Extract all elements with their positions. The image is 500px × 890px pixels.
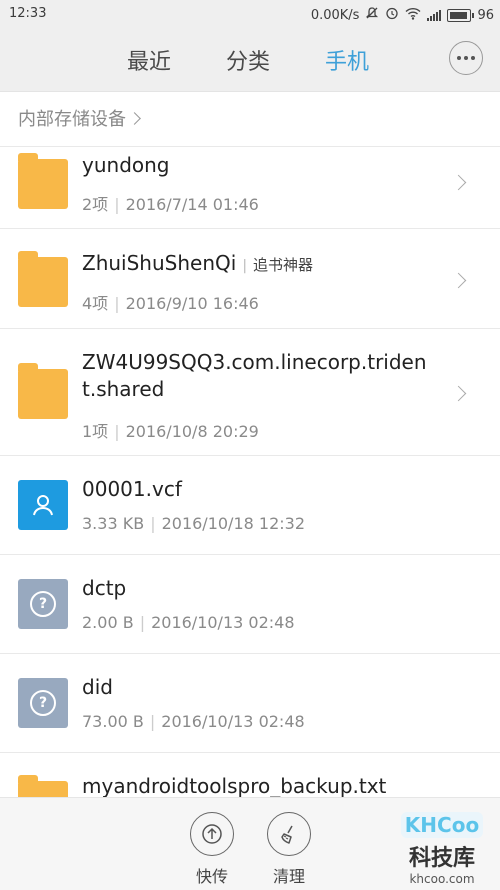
breadcrumb-label: 内部存储设备 — [18, 109, 126, 130]
file-date: 2016/10/18 12:32 — [161, 514, 305, 533]
net-speed: 0.00K/s — [310, 7, 360, 23]
unknown-file-icon: ? — [18, 579, 68, 629]
file-name: ZhuiShuShenQi 追书神器 — [82, 250, 313, 280]
file-count: 2项 — [82, 195, 109, 214]
folder-icon — [18, 775, 68, 798]
file-size: 3.33 KB — [82, 514, 145, 533]
file-name: myandroidtoolspro_backup.txt — [82, 774, 387, 798]
file-date: 2016/10/8 20:29 — [125, 422, 259, 441]
upload-icon — [190, 812, 234, 856]
question-icon: ? — [30, 591, 56, 617]
list-item-zhuishushenqi[interactable]: ZhuiShuShenQi 追书神器 4项|2016/9/10 16:46 — [0, 228, 500, 329]
file-name: ZW4U99SQQ3.com.linecorp.triden t.shared — [82, 349, 427, 403]
list-item-did[interactable]: ? did 73.00 B | 2016/10/13 02:48 — [0, 653, 500, 753]
file-name: yundong — [82, 153, 170, 177]
file-date: 2016/7/14 01:46 — [125, 195, 259, 214]
wifi-icon — [405, 7, 421, 24]
chevron-right-icon — [450, 174, 467, 191]
file-meta: 4项 | 2016/9/10 16:46 — [82, 294, 259, 313]
tab-recent[interactable]: 最近 — [127, 44, 171, 76]
clean-label: 清理 — [272, 867, 305, 886]
status-time: 12:33 — [9, 6, 47, 21]
file-date: 2016/10/13 02:48 — [151, 613, 295, 632]
question-icon: ? — [30, 690, 56, 716]
list-item-myandroidtoolspro[interactable]: myandroidtoolspro_backup.txt — [0, 752, 500, 798]
alarm-icon — [385, 6, 399, 24]
file-meta: 2.00 B | 2016/10/13 02:48 — [82, 613, 295, 632]
contact-file-icon — [18, 480, 68, 530]
folder-icon — [18, 363, 68, 419]
file-size: 73.00 B — [82, 712, 144, 731]
file-meta: 73.00 B | 2016/10/13 02:48 — [82, 712, 305, 731]
file-meta: 3.33 KB | 2016/10/18 12:32 — [82, 514, 305, 533]
mute-icon — [365, 6, 379, 24]
file-name-line2: t.shared — [82, 377, 165, 401]
file-name-text: ZhuiShuShenQi — [82, 251, 237, 275]
chevron-right-icon — [450, 272, 467, 289]
status-bar: 12:33 0.00K/s 96 — [0, 0, 500, 28]
file-meta: 2项 | 2016/7/14 01:46 — [82, 195, 259, 214]
file-name: did — [82, 675, 113, 699]
unknown-file-icon: ? — [18, 678, 68, 728]
more-options-button[interactable] — [449, 41, 483, 75]
watermark-cn: 科技库 — [408, 846, 475, 871]
quick-send-label: 快传 — [195, 867, 228, 886]
breadcrumb[interactable]: 内部存储设备 — [18, 105, 141, 131]
folder-icon — [18, 251, 68, 307]
watermark-url: khcoo.com — [409, 872, 475, 886]
file-name-line1: ZW4U99SQQ3.com.linecorp.triden — [82, 350, 427, 374]
file-count: 4项 — [82, 294, 109, 313]
file-date: 2016/10/13 02:48 — [161, 712, 305, 731]
folder-icon — [18, 153, 68, 209]
list-item-00001-vcf[interactable]: 00001.vcf 3.33 KB | 2016/10/18 12:32 — [0, 455, 500, 555]
tab-phone[interactable]: 手机 — [325, 44, 369, 76]
clean-button[interactable]: 清理 — [259, 812, 319, 887]
watermark-logo: KHCoo — [400, 812, 484, 838]
signal-icon — [427, 9, 442, 21]
tab-bar: 最近 分类 手机 — [0, 28, 500, 92]
app-tag: 追书神器 — [242, 256, 313, 274]
file-size: 2.00 B — [82, 613, 134, 632]
list-item-dctp[interactable]: ? dctp 2.00 B | 2016/10/13 02:48 — [0, 554, 500, 654]
chevron-right-icon — [450, 385, 467, 402]
battery-icon — [447, 8, 475, 22]
quick-send-button[interactable]: 快传 — [182, 812, 242, 887]
tab-category[interactable]: 分类 — [226, 44, 270, 76]
list-item-zw4u99sqq3[interactable]: ZW4U99SQQ3.com.linecorp.triden t.shared … — [0, 328, 500, 456]
list-item-yundong[interactable]: yundong 2项 | 2016/7/14 01:46 — [0, 146, 500, 229]
broom-icon — [267, 812, 311, 856]
file-name: 00001.vcf — [82, 477, 182, 501]
file-date: 2016/9/10 16:46 — [125, 294, 259, 313]
file-count: 1项 — [82, 422, 109, 441]
person-icon — [33, 495, 53, 516]
watermark: KHCoo 科技库 khcoo.com — [398, 812, 486, 886]
file-name: dctp — [82, 576, 127, 600]
file-meta: 1项 | 2016/10/8 20:29 — [82, 422, 259, 441]
chevron-right-icon — [128, 111, 141, 125]
battery-level: 96 — [477, 7, 494, 23]
status-icons: 0.00K/s 96 — [311, 6, 494, 24]
